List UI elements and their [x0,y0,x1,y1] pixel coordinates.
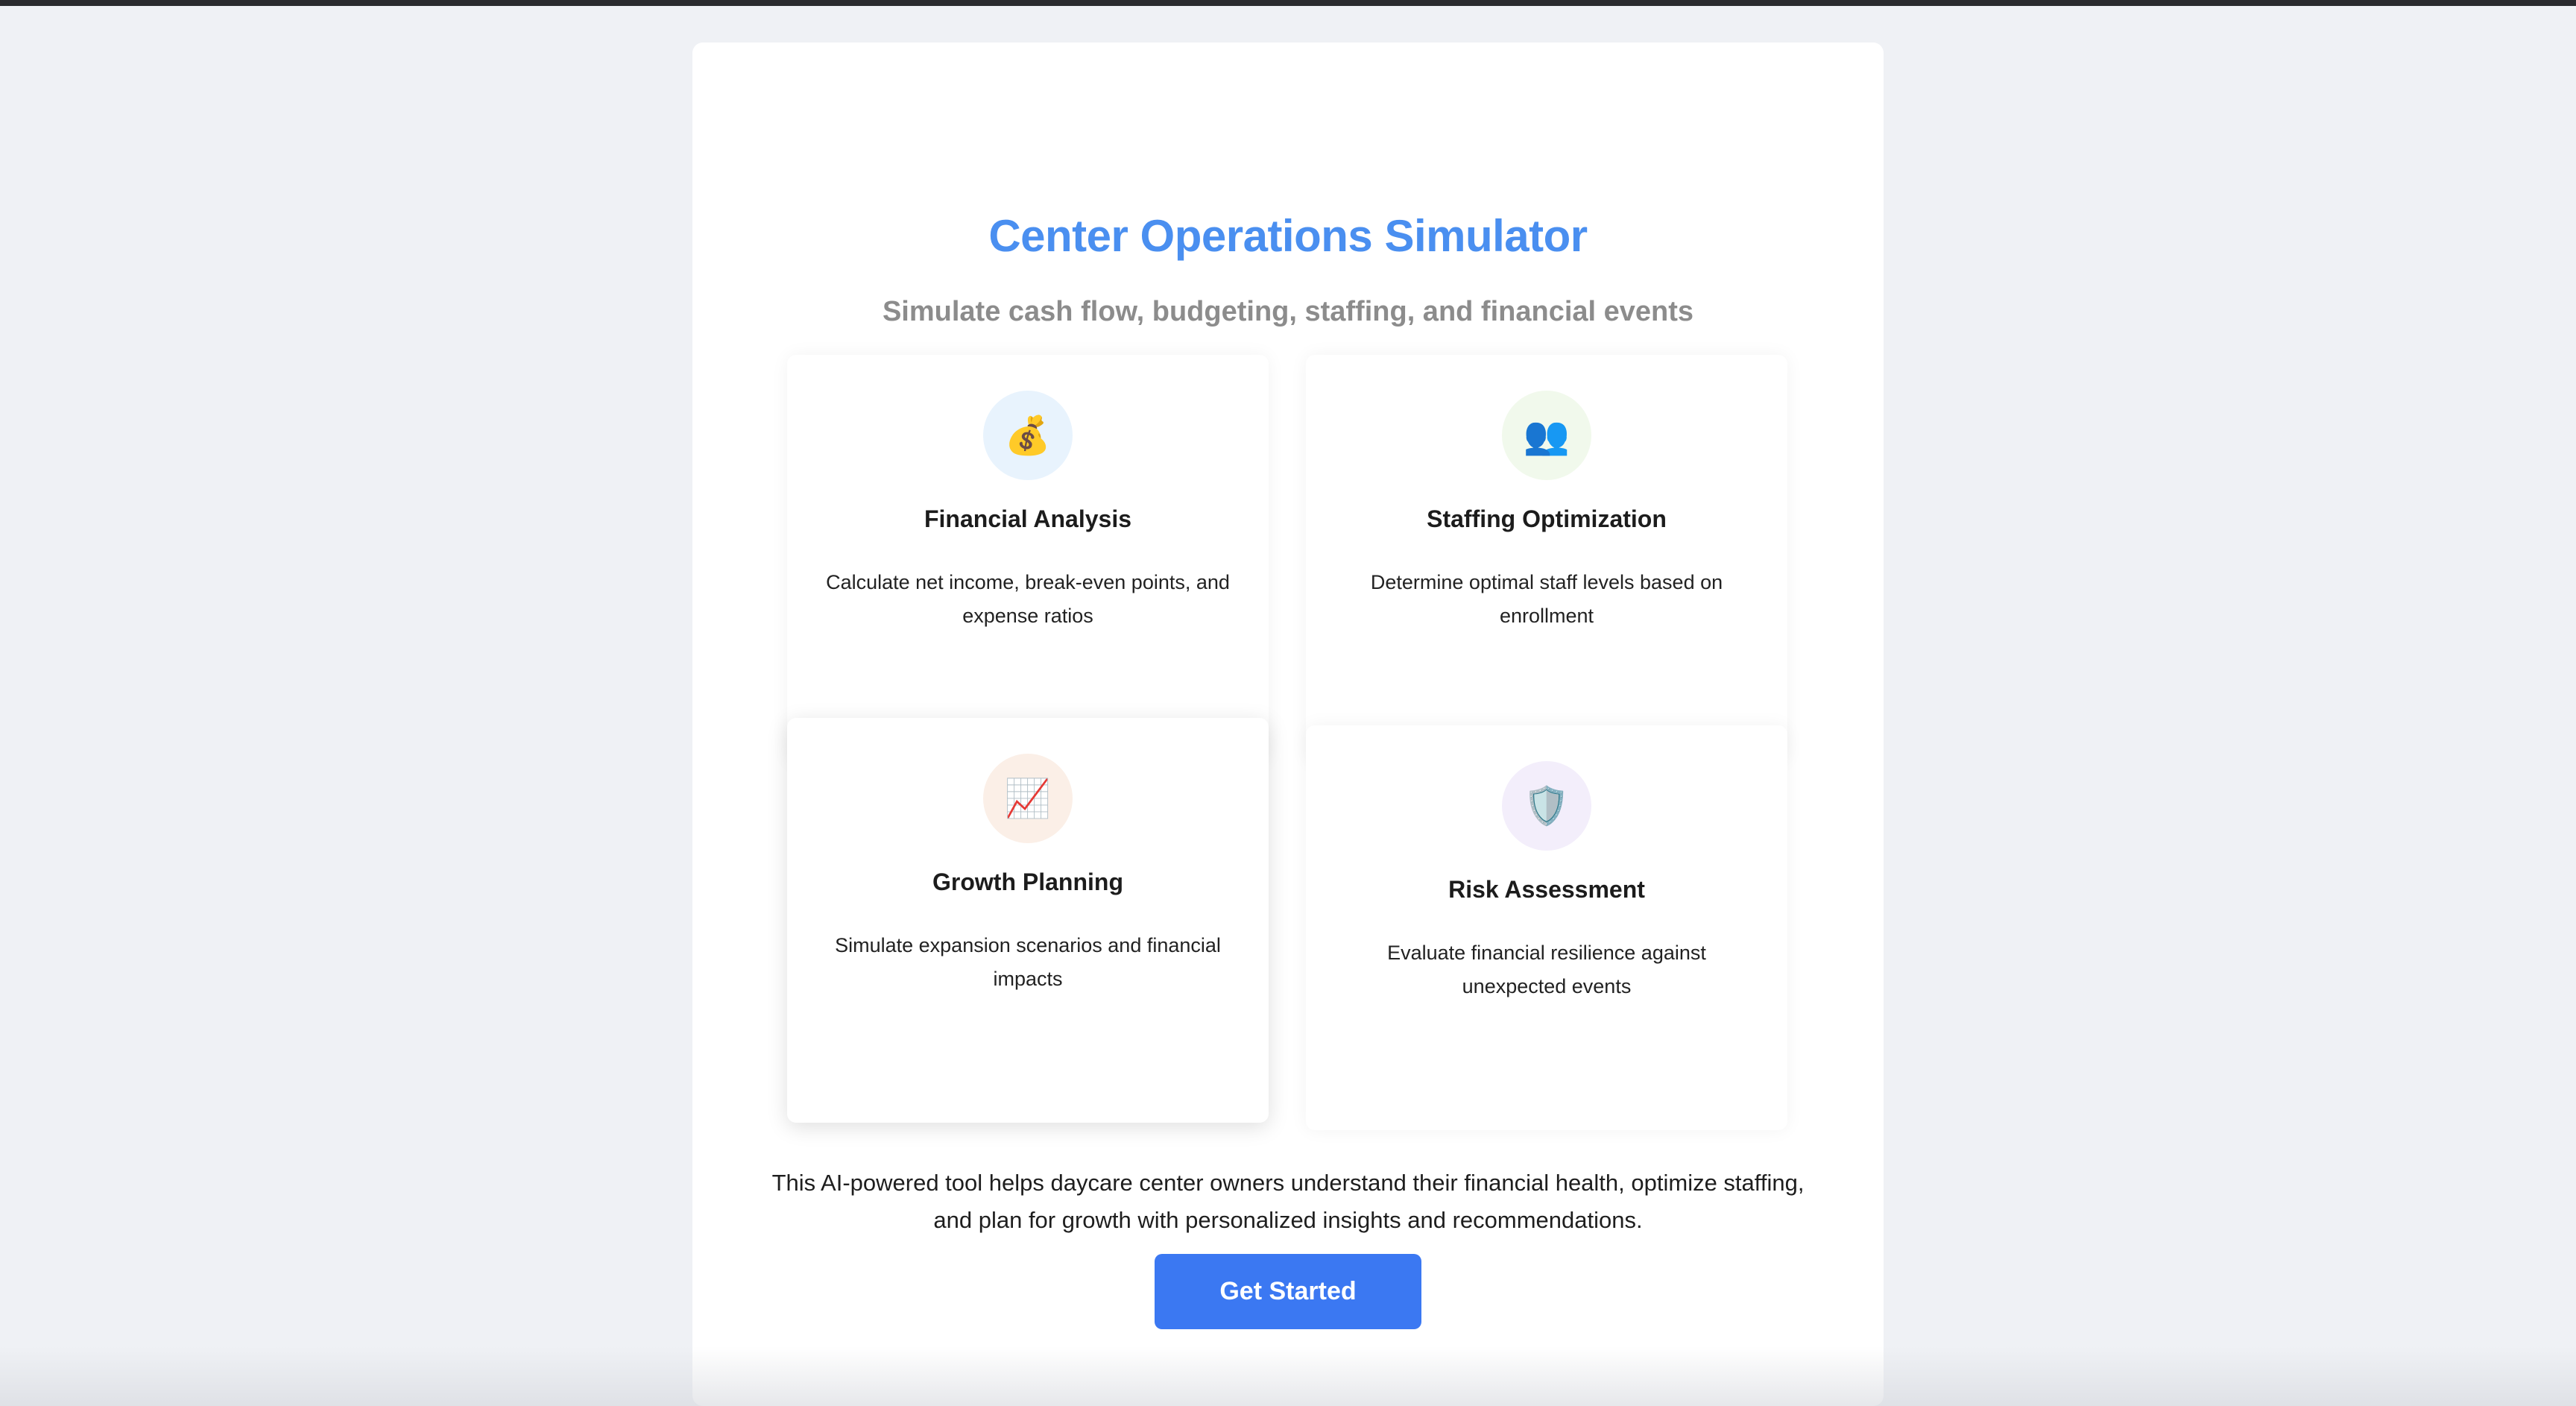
tool-description: This AI-powered tool helps daycare cente… [771,1170,1805,1233]
shield-icon: 🛡️ [1502,761,1591,851]
welcome-panel: Center Operations Simulator Simulate cas… [692,42,1884,1406]
chart-increasing-icon: 📈 [983,754,1073,843]
feature-title: Financial Analysis [924,505,1132,532]
feature-title: Staffing Optimization [1427,505,1667,532]
feature-description: Evaluate financial resilience against un… [1387,942,1706,997]
page-title: Center Operations Simulator [988,211,1588,261]
feature-description: Determine optimal staff levels based on … [1370,571,1723,627]
page-subtitle: Simulate cash flow, budgeting, staffing,… [882,296,1694,327]
feature-card-financial-analysis: 💰 Financial Analysis Calculate net incom… [787,355,1269,763]
money-bag-icon: 💰 [983,391,1073,480]
window-top-bar [0,0,2576,6]
feature-description: Simulate expansion scenarios and financi… [835,934,1221,990]
people-icon: 👥 [1502,391,1591,480]
feature-card-growth-planning: 📈 Growth Planning Simulate expansion sce… [787,718,1269,1123]
get-started-button[interactable]: Get Started [1155,1254,1421,1329]
feature-card-risk-assessment: 🛡️ Risk Assessment Evaluate financial re… [1306,725,1787,1130]
feature-title: Risk Assessment [1448,876,1645,903]
feature-title: Growth Planning [932,868,1123,895]
feature-description: Calculate net income, break-even points,… [826,571,1230,627]
feature-card-staffing-optimization: 👥 Staffing Optimization Determine optima… [1306,355,1787,763]
